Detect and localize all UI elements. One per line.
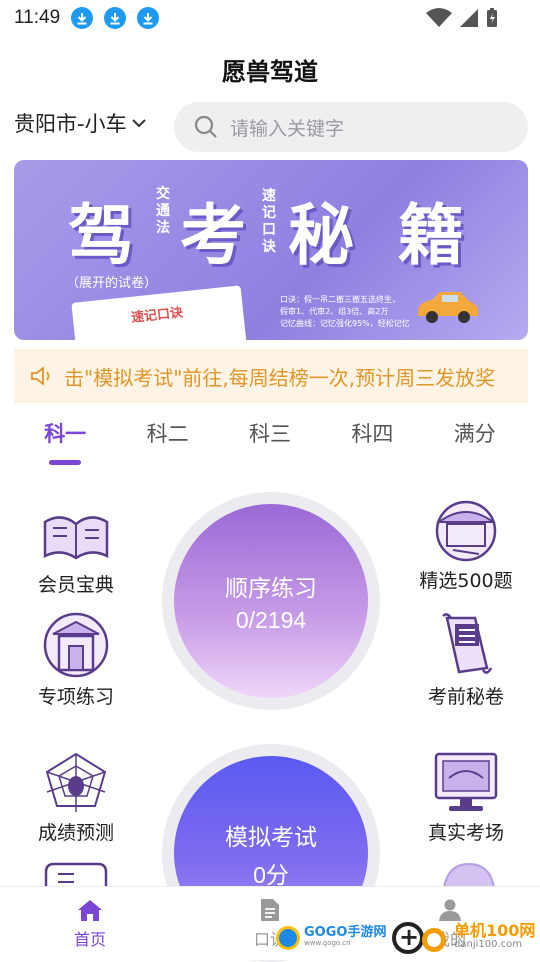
banner-char: 考 <box>180 196 246 274</box>
feature-score-predict[interactable]: 成绩预测 <box>16 752 136 845</box>
banner-char: 驾 <box>68 196 134 274</box>
tab-subject-4[interactable]: 科四 <box>332 418 412 466</box>
scroll-icon <box>442 613 493 674</box>
battery-icon <box>487 8 497 27</box>
feature-label: 真实考场 <box>427 822 504 844</box>
exam-paper-illustration: 速记口诀 <box>71 285 247 340</box>
notice-bar[interactable]: 击"模拟考试"前往,每周结榜一次,预计周三发放奖 <box>14 349 528 403</box>
sequential-practice-button[interactable]: 顺序练习 0/2194 <box>174 504 368 698</box>
wifi-icon <box>426 8 452 27</box>
search-placeholder: 请输入关键字 <box>230 117 345 140</box>
clock: 11:49 <box>14 7 61 28</box>
notice-text: 击"模拟考试"前往,每周结榜一次,预计周三发放奖 <box>64 365 496 390</box>
banner-tip: 假审1、代审2、组3倍、高2万 <box>280 307 389 316</box>
feature-pre-exam-paper[interactable]: 考前秘卷 <box>406 612 526 709</box>
signal-icon <box>460 9 478 27</box>
feature-label: 专项练习 <box>37 686 114 708</box>
feature-real-exam-room[interactable]: 真实考场 <box>406 752 526 845</box>
monitor-icon <box>434 752 498 811</box>
danji-logo-icon: + <box>392 920 450 956</box>
watermark-gogo-text: GOGO手游网 www.gogo.cn <box>304 925 387 949</box>
city-label: 贵阳市-小车 <box>14 112 127 136</box>
watermark-gogo-title: GOGO手游网 <box>304 925 387 940</box>
spider-icon <box>45 752 107 812</box>
practice-progress: 0/2194 <box>235 606 307 633</box>
banner-tag-right: 速记口诀 <box>262 188 276 255</box>
tab-full-score[interactable]: 满分 <box>435 418 515 466</box>
tab-subject-1[interactable]: 科一 <box>25 418 105 466</box>
watermark-gogo: GOGO手游网 www.gogo.cn <box>276 926 386 950</box>
banner-tips: 口诀：假一吊二撤三撤五选终生， 假审1、代审2、组3倍、高2万 记忆曲线：记忆强… <box>280 294 410 330</box>
gogo-logo-icon <box>276 926 300 950</box>
feature-label: 会员宝典 <box>37 574 114 596</box>
practice-title: 顺序练习 <box>225 575 317 602</box>
app-title: 愿兽驾道 <box>222 58 318 86</box>
banner-tip: 口诀：假一吊二撤三撤五选终生， <box>280 295 400 304</box>
watermark-danji-title: 单机100网 <box>454 921 536 940</box>
tab-subject-3[interactable]: 科三 <box>230 418 310 466</box>
banner-char: 籍 <box>398 196 464 274</box>
watermark-danji-sub: danji100.com <box>454 939 522 950</box>
download-icon <box>71 7 94 29</box>
promo-banner[interactable]: 驾 交通法 考 速记口诀 秘 籍 （展开的试卷） 速记口诀 口诀：假一吊二撤三撤… <box>14 160 528 340</box>
download-icon <box>104 7 127 29</box>
banner-subtitle: （展开的试卷） <box>66 276 158 291</box>
download-icon <box>137 7 160 29</box>
car-outline-icon <box>44 862 108 888</box>
tab-subject-2[interactable]: 科二 <box>128 418 208 466</box>
banner-tag-left: 交通法 <box>156 186 170 236</box>
gate-icon <box>43 612 109 678</box>
watermark-danji: + 单机100网 danji100.com <box>392 920 535 956</box>
nav-home[interactable]: 首页 <box>30 898 150 950</box>
exam-score: 0分 <box>253 862 289 888</box>
dome-icon <box>442 862 496 888</box>
chevron-down-icon <box>131 119 146 128</box>
city-selector[interactable]: 贵阳市-小车 <box>14 108 147 138</box>
document-icon <box>261 898 279 921</box>
feature-label: 精选500题 <box>419 570 513 592</box>
feature-label: 考前秘卷 <box>427 686 504 708</box>
banner-card-label: 速记口诀 <box>130 305 184 326</box>
banner-char: 秘 <box>288 196 354 274</box>
pavilion-icon <box>435 500 497 562</box>
exam-title: 模拟考试 <box>225 825 317 851</box>
user-icon <box>439 899 461 921</box>
watermark-danji-text: 单机100网 danji100.com <box>454 921 536 952</box>
feature-label: 成绩预测 <box>37 822 114 844</box>
banner-tip: 记忆曲线：记忆强化95%，轻松记忆 <box>280 319 410 328</box>
status-bar: 11:49 <box>0 0 540 36</box>
feature-selected-500[interactable]: 精选500题 <box>406 500 526 593</box>
search-icon <box>194 115 217 138</box>
home-icon <box>78 899 102 921</box>
book-icon <box>43 516 109 560</box>
car-icon <box>418 292 478 323</box>
subject-tabs: 科一 科二 科三 科四 满分 <box>0 418 540 466</box>
watermark-gogo-sub: www.gogo.cn <box>304 939 351 947</box>
search-input[interactable]: 请输入关键字 <box>174 102 528 152</box>
feature-special-practice[interactable]: 专项练习 <box>16 612 136 709</box>
speaker-icon <box>31 366 50 386</box>
nav-label: 首页 <box>73 929 106 949</box>
feature-vip-guide[interactable]: 会员宝典 <box>16 508 136 597</box>
